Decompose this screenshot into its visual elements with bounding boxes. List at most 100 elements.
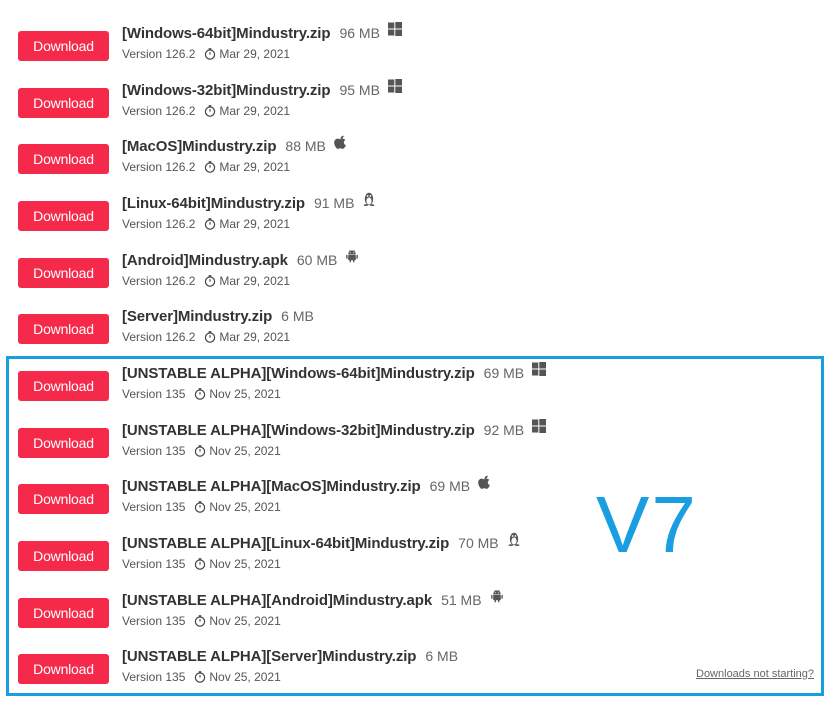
download-button[interactable]: Download	[18, 371, 109, 401]
download-row: Download [Linux-64bit]Mindustry.zip 91 M…	[0, 192, 830, 249]
file-name-link[interactable]: [UNSTABLE ALPHA][Windows-32bit]Mindustry…	[122, 422, 475, 439]
version-label: Version 135	[122, 614, 186, 628]
stopwatch-icon	[204, 48, 216, 60]
download-button[interactable]: Download	[18, 314, 109, 344]
download-row: Download [Server]Mindustry.zip 6 MB Vers…	[0, 305, 830, 362]
file-info: [Linux-64bit]Mindustry.zip 91 MB Version…	[122, 192, 376, 233]
file-size: 91 MB	[313, 195, 355, 211]
file-info: [UNSTABLE ALPHA][Android]Mindustry.apk 5…	[122, 589, 504, 630]
file-name-link[interactable]: [UNSTABLE ALPHA][Server]Mindustry.zip	[122, 648, 416, 665]
download-row: Download [Windows-64bit]Mindustry.zip 96…	[0, 22, 830, 79]
download-button[interactable]: Download	[18, 541, 109, 571]
stopwatch-icon	[194, 671, 206, 683]
file-size: 69 MB	[429, 478, 471, 494]
stopwatch-icon	[204, 275, 216, 287]
file-info: [UNSTABLE ALPHA][Windows-64bit]Mindustry…	[122, 362, 547, 403]
stopwatch-icon	[204, 218, 216, 230]
release-date: Mar 29, 2021	[219, 274, 291, 288]
windows-icon	[387, 22, 402, 36]
file-name-link[interactable]: [UNSTABLE ALPHA][MacOS]Mindustry.zip	[122, 478, 421, 495]
release-date: Mar 29, 2021	[219, 47, 291, 61]
download-button[interactable]: Download	[18, 201, 109, 231]
download-row: Download [UNSTABLE ALPHA][Android]Mindus…	[0, 589, 830, 646]
file-info: [UNSTABLE ALPHA][Linux-64bit]Mindustry.z…	[122, 532, 521, 573]
download-row: Download [UNSTABLE ALPHA][Windows-32bit]…	[0, 419, 830, 476]
download-row: Download [Windows-32bit]Mindustry.zip 95…	[0, 79, 830, 136]
download-button[interactable]: Download	[18, 258, 109, 288]
file-size: 6 MB	[425, 648, 459, 664]
file-info: [Android]Mindustry.apk 60 MB Version 126…	[122, 249, 359, 290]
version-label: Version 126.2	[122, 47, 196, 61]
file-info: [MacOS]Mindustry.zip 88 MB Version 126.2…	[122, 135, 348, 176]
release-date: Nov 25, 2021	[209, 557, 281, 571]
windows-icon	[532, 362, 547, 376]
download-row: Download [UNSTABLE ALPHA][Windows-64bit]…	[0, 362, 830, 419]
file-size: 60 MB	[296, 252, 338, 268]
file-name-link[interactable]: [Windows-64bit]Mindustry.zip	[122, 25, 331, 42]
file-info: [Windows-64bit]Mindustry.zip 96 MB Versi…	[122, 22, 402, 63]
linux-icon	[362, 192, 376, 206]
stopwatch-icon	[194, 558, 206, 570]
file-size: 96 MB	[339, 25, 380, 41]
download-button[interactable]: Download	[18, 428, 109, 458]
release-date: Mar 29, 2021	[219, 104, 291, 118]
file-size: 51 MB	[441, 592, 482, 608]
android-icon	[345, 249, 359, 263]
version-label: Version 135	[122, 670, 186, 684]
stopwatch-icon	[194, 445, 206, 457]
version-label: Version 135	[122, 387, 186, 401]
download-button[interactable]: Download	[18, 31, 109, 61]
download-button[interactable]: Download	[18, 654, 109, 684]
file-name-link[interactable]: [MacOS]Mindustry.zip	[122, 138, 277, 155]
file-size: 92 MB	[483, 422, 525, 438]
release-date: Mar 29, 2021	[219, 330, 291, 344]
release-date: Nov 25, 2021	[209, 670, 281, 684]
download-button[interactable]: Download	[18, 598, 109, 628]
file-info: [UNSTABLE ALPHA][Server]Mindustry.zip 6 …	[122, 645, 458, 686]
release-date: Nov 25, 2021	[209, 614, 281, 628]
version-label: Version 126.2	[122, 330, 196, 344]
version-label: Version 135	[122, 557, 186, 571]
version-label: Version 126.2	[122, 104, 196, 118]
file-name-link[interactable]: [UNSTABLE ALPHA][Android]Mindustry.apk	[122, 592, 432, 609]
download-row: Download [UNSTABLE ALPHA][MacOS]Mindustr…	[0, 475, 830, 532]
release-date: Nov 25, 2021	[209, 500, 281, 514]
file-name-link[interactable]: [Android]Mindustry.apk	[122, 252, 288, 269]
stopwatch-icon	[194, 615, 206, 627]
file-name-link[interactable]: [Linux-64bit]Mindustry.zip	[122, 195, 305, 212]
stopwatch-icon	[204, 331, 216, 343]
download-row: Download [Android]Mindustry.apk 60 MB Ve…	[0, 249, 830, 306]
download-button[interactable]: Download	[18, 88, 109, 118]
download-row: Download [MacOS]Mindustry.zip 88 MB Vers…	[0, 135, 830, 192]
version-label: Version 126.2	[122, 217, 196, 231]
download-button[interactable]: Download	[18, 144, 109, 174]
file-size: 88 MB	[285, 138, 326, 154]
version-label: Version 126.2	[122, 160, 196, 174]
version-label: Version 135	[122, 500, 186, 514]
linux-icon	[507, 532, 521, 546]
file-name-link[interactable]: [UNSTABLE ALPHA][Windows-64bit]Mindustry…	[122, 365, 475, 382]
release-date: Mar 29, 2021	[219, 217, 291, 231]
file-size: 69 MB	[483, 365, 525, 381]
file-info: [Windows-32bit]Mindustry.zip 95 MB Versi…	[122, 79, 402, 120]
release-date: Nov 25, 2021	[209, 444, 281, 458]
apple-icon	[334, 135, 348, 149]
windows-icon	[532, 419, 547, 433]
stopwatch-icon	[194, 388, 206, 400]
download-row: Download [UNSTABLE ALPHA][Linux-64bit]Mi…	[0, 532, 830, 589]
download-button[interactable]: Download	[18, 484, 109, 514]
stopwatch-icon	[194, 501, 206, 513]
file-info: [Server]Mindustry.zip 6 MB Version 126.2…	[122, 305, 314, 346]
file-info: [UNSTABLE ALPHA][Windows-32bit]Mindustry…	[122, 419, 547, 460]
windows-icon	[387, 79, 402, 93]
file-name-link[interactable]: [Windows-32bit]Mindustry.zip	[122, 82, 331, 99]
file-name-link[interactable]: [UNSTABLE ALPHA][Linux-64bit]Mindustry.z…	[122, 535, 449, 552]
release-date: Mar 29, 2021	[219, 160, 291, 174]
file-size: 70 MB	[458, 535, 499, 551]
stopwatch-icon	[204, 161, 216, 173]
stopwatch-icon	[204, 105, 216, 117]
file-name-link[interactable]: [Server]Mindustry.zip	[122, 308, 272, 325]
file-info: [UNSTABLE ALPHA][MacOS]Mindustry.zip 69 …	[122, 475, 492, 516]
downloads-not-starting-link[interactable]: Downloads not starting?	[696, 668, 814, 680]
release-date: Nov 25, 2021	[209, 387, 281, 401]
